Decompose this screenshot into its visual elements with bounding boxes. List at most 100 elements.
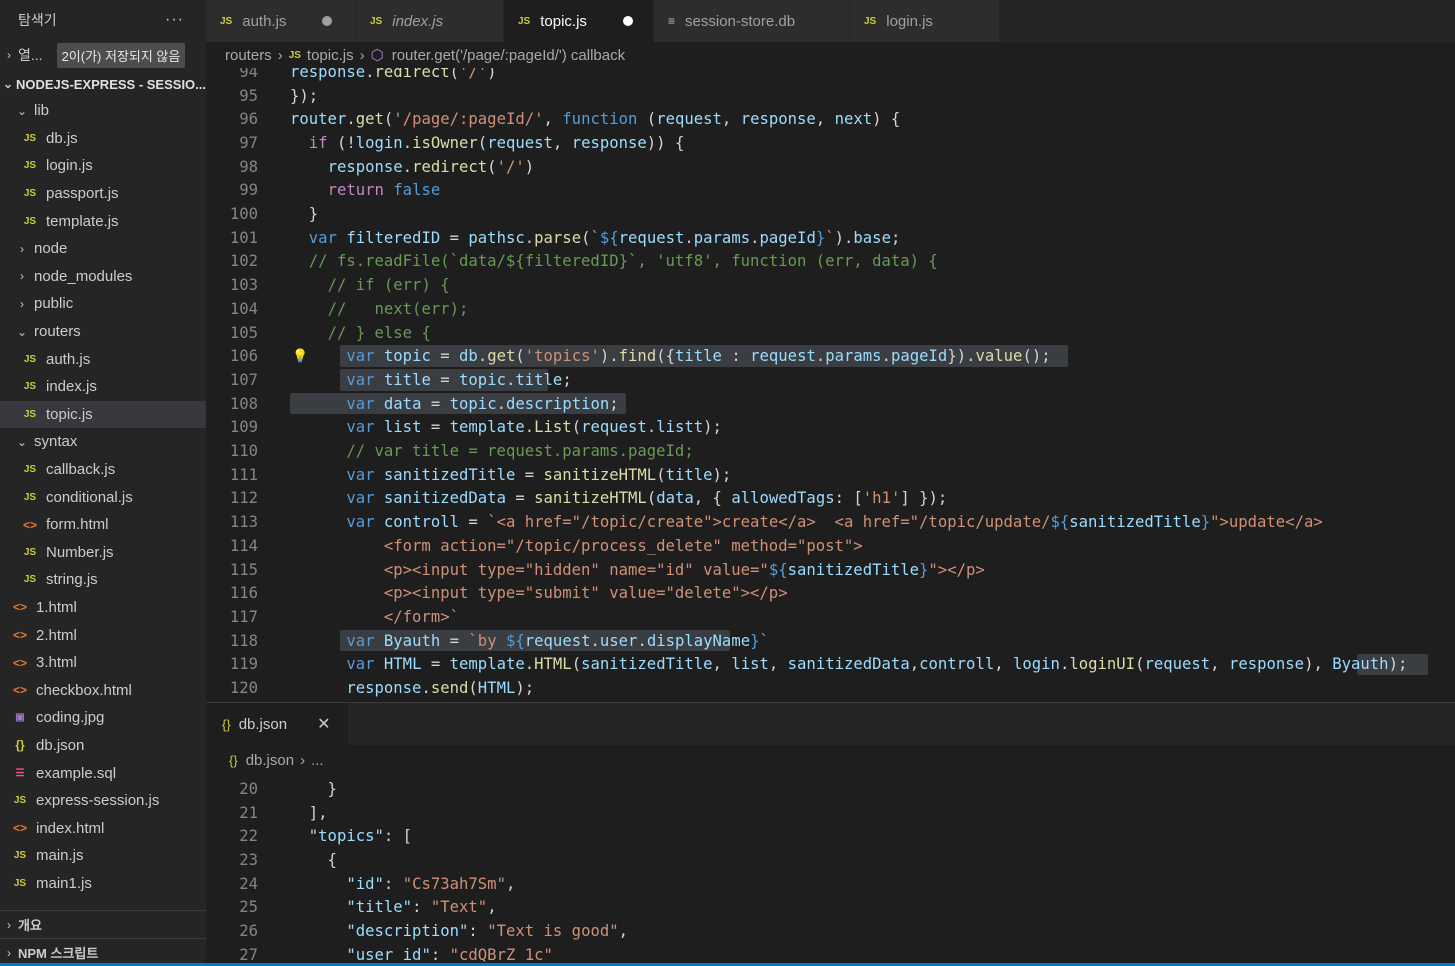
chevron-right-icon: ›	[277, 46, 283, 64]
line-number: 24	[239, 874, 258, 893]
code-line: 107 var title = topic.title;	[206, 368, 1455, 392]
breadcrumb-folder[interactable]: routers	[225, 47, 272, 64]
tree-item[interactable]: JS express-session.js	[0, 787, 206, 815]
line-number: 104	[229, 299, 258, 318]
tree-item[interactable]: JS template.js	[0, 207, 206, 235]
tree-item[interactable]: JS main.js	[0, 842, 206, 870]
code-line: 118 var Byauth = `by ${request.user.disp…	[206, 629, 1455, 653]
js-file-icon: JS	[23, 132, 37, 144]
js-file-icon: JS	[23, 215, 37, 227]
line-number: 25	[239, 898, 258, 917]
tree-item[interactable]: {} db.json	[0, 732, 206, 760]
js-file-icon: JS	[23, 381, 37, 393]
tree-item[interactable]: ⌄ lib	[0, 97, 206, 125]
tree-item[interactable]: <> form.html	[0, 511, 206, 539]
code-text: </form>`	[290, 607, 459, 626]
tree-item[interactable]: <> index.html	[0, 814, 206, 842]
tree-item[interactable]: › node_modules	[0, 263, 206, 291]
code-text: response.redirect('/')	[290, 68, 497, 81]
outline-label: 개요	[18, 918, 42, 933]
tree-item[interactable]: JS Number.js	[0, 539, 206, 567]
tree-item[interactable]: JS passport.js	[0, 180, 206, 208]
npm-scripts-section[interactable]: › NPM 스크립트	[0, 938, 206, 966]
js-file-icon: JS	[23, 353, 37, 365]
html-file-icon: <>	[12, 683, 27, 698]
code-text: "user_id": "cdQBrZ_1c"	[346, 945, 553, 964]
breadcrumb-symbol[interactable]: router.get('/page/:pageId/') callback	[392, 47, 625, 64]
line-number: 108	[229, 394, 258, 413]
line-number: 102	[229, 252, 258, 271]
code-text: var Byauth = `by ${request.user.displayN…	[346, 631, 769, 650]
line-number: 118	[229, 631, 258, 650]
tree-item[interactable]: › public	[0, 290, 206, 318]
json-file-icon: {}	[222, 716, 231, 732]
project-section[interactable]: ⌄ NODEJS-EXPRESS - SESSIO...	[0, 70, 206, 98]
code-text: var sanitizedTitle = sanitizeHTML(title)…	[346, 465, 732, 484]
tree-item[interactable]: › node	[0, 235, 206, 263]
tree-item[interactable]: <> 2.html	[0, 621, 206, 649]
tree-item[interactable]: JS string.js	[0, 566, 206, 594]
line-number: 27	[239, 945, 258, 964]
close-icon[interactable]: ✕	[317, 714, 330, 734]
js-file-icon: JS	[864, 15, 877, 27]
json-editor[interactable]: 20 } 21 ], 22 "topics": [23 {24 "id": "Cs7…	[206, 775, 1455, 966]
tree-item[interactable]: JS conditional.js	[0, 483, 206, 511]
tree-item[interactable]: ☰ example.sql	[0, 759, 206, 787]
more-actions-icon[interactable]: ···	[165, 11, 184, 29]
line-number: 26	[239, 922, 258, 941]
code-line: 115 <p><input type="hidden" name="id" va…	[206, 558, 1455, 582]
tab-topic-js[interactable]: JS topic.js	[504, 0, 654, 42]
tree-item-label: main1.js	[36, 874, 92, 892]
tab-session-store-db[interactable]: ≡ session-store.db	[654, 0, 850, 42]
code-text: return false	[327, 181, 441, 200]
tree-item[interactable]: JS login.js	[0, 152, 206, 180]
tab-auth-js[interactable]: JS auth.js	[206, 0, 356, 42]
tree-item-label: db.json	[36, 736, 85, 754]
tree-item[interactable]: <> checkbox.html	[0, 676, 206, 704]
tree-item[interactable]: JS topic.js	[0, 400, 206, 429]
open-editors-section[interactable]: › 열... 2이(가) 저장되지 않음	[0, 40, 206, 70]
tree-item-label: public	[34, 295, 74, 313]
chevron-right-icon: ›	[20, 296, 24, 311]
tree-item[interactable]: JS db.js	[0, 125, 206, 153]
js-file-icon: JS	[23, 491, 37, 503]
tab-login-js[interactable]: JS login.js	[850, 0, 1000, 42]
tree-item[interactable]: JS callback.js	[0, 456, 206, 484]
line-number: 94	[239, 68, 258, 81]
outline-section[interactable]: › 개요	[0, 910, 206, 938]
breadcrumb-file[interactable]: topic.js	[307, 47, 354, 64]
code-line: 25 "title": "Text",	[206, 896, 1455, 920]
tree-item-label: form.html	[46, 516, 109, 534]
tree-item-label: checkbox.html	[36, 681, 132, 699]
tree-item[interactable]: ▣ coding.jpg	[0, 704, 206, 732]
tree-item-label: 1.html	[36, 598, 77, 616]
tree-item[interactable]: JS main1.js	[0, 870, 206, 898]
explorer-header: 탐색기 ···	[0, 0, 206, 40]
file-tree: ⌄ lib JS db.js JS login.js JS passport.js JS temp…	[0, 97, 206, 897]
code-line: 20 }	[206, 777, 1455, 801]
code-text: });	[290, 86, 319, 105]
tree-item[interactable]: ⌄ syntax	[0, 428, 206, 456]
chevron-right-icon: ›	[7, 945, 11, 960]
panel-breadcrumb-file[interactable]: db.json	[246, 752, 294, 769]
code-editor[interactable]: 94 response.redirect('/') 95}); 96 router.ge…	[206, 68, 1455, 702]
code-text: var data = topic.description;	[346, 394, 619, 413]
code-line: 109 var list = template.List(request.lis…	[206, 416, 1455, 440]
tree-item[interactable]: <> 1.html	[0, 594, 206, 622]
code-line: 95});	[206, 84, 1455, 108]
unsaved-dot-icon[interactable]	[622, 16, 633, 26]
tab-db-json[interactable]: {} db.json ✕	[206, 703, 348, 745]
tree-item[interactable]: <> 3.html	[0, 649, 206, 677]
tree-item[interactable]: ⌄ routers	[0, 318, 206, 346]
code-line: 113 var controll = `<a href="/topic/crea…	[206, 510, 1455, 534]
code-line: 108 var data = topic.description;	[206, 392, 1455, 416]
line-number: 120	[229, 679, 258, 698]
code-line: 23 {	[206, 848, 1455, 872]
unsaved-dot-icon[interactable]	[322, 16, 333, 26]
code-text: // next(err);	[327, 299, 469, 318]
line-number: 116	[229, 584, 258, 603]
tab-index-js[interactable]: JS index.js	[356, 0, 504, 42]
tree-item[interactable]: JS index.js	[0, 373, 206, 401]
tree-item[interactable]: JS auth.js	[0, 345, 206, 373]
tree-item-label: routers	[34, 323, 81, 341]
